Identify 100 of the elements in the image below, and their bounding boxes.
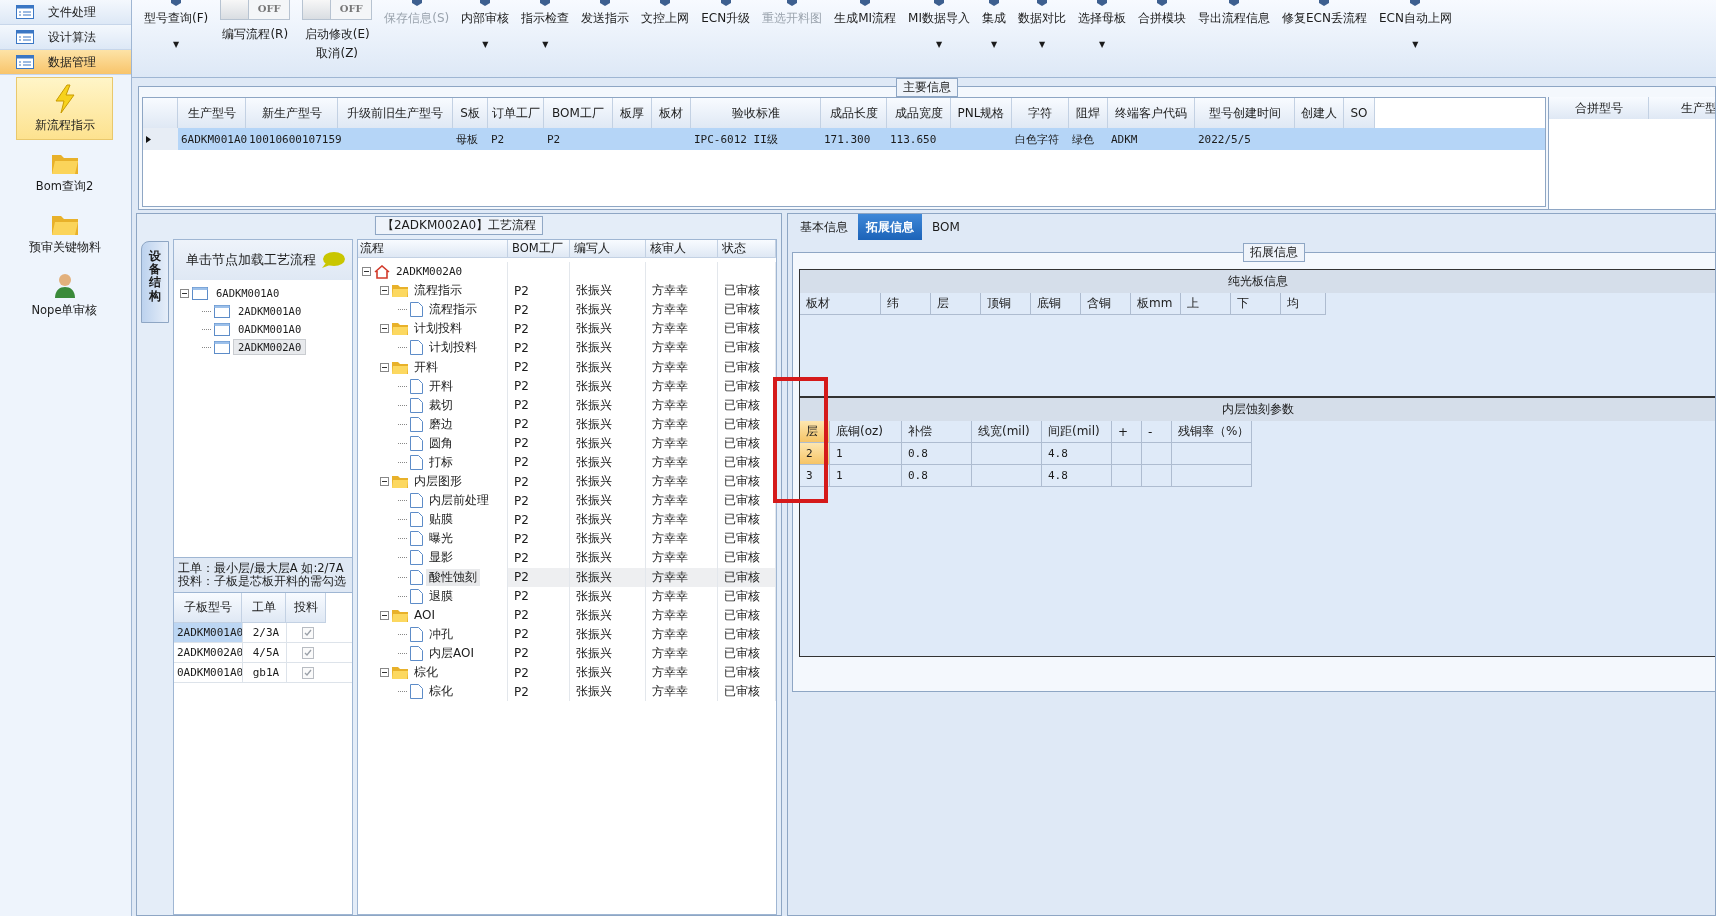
table-cell: P2 — [514, 321, 529, 336]
tree-node[interactable]: 棕化 — [411, 664, 441, 681]
tree-node[interactable]: 开料 — [411, 358, 441, 376]
tab[interactable]: BOM — [924, 214, 968, 240]
toolbar-button[interactable]: 修复ECN丢流程 — [1282, 0, 1367, 77]
toolbar-icon — [987, 0, 1001, 6]
collapse-icon[interactable] — [362, 267, 371, 277]
tree-node[interactable]: 显影 — [426, 549, 456, 567]
toolbar-button[interactable]: 文控上网 — [641, 0, 690, 77]
table-cell: 张振兴 — [576, 358, 612, 376]
table-cell: 已审核 — [724, 568, 760, 586]
toolbar-button[interactable]: 发送指示 — [581, 0, 630, 77]
collapse-icon[interactable] — [380, 362, 389, 372]
collapse-icon[interactable] — [380, 477, 389, 487]
table-cell: P2 — [514, 512, 529, 527]
toolbar-button[interactable]: ECN升级 — [701, 0, 751, 77]
tree-node[interactable]: 2ADKM002A0 — [393, 265, 466, 279]
menu-item[interactable]: 设计算法 — [0, 25, 131, 50]
collapse-icon[interactable] — [380, 324, 389, 334]
tab[interactable]: 基本信息 — [792, 214, 856, 240]
collapse-icon[interactable] — [180, 288, 189, 298]
tree-node[interactable]: 流程指示 — [426, 301, 480, 319]
document-icon — [410, 626, 423, 642]
menu-item[interactable]: 数据管理 — [0, 50, 131, 75]
toolbar-button[interactable]: 集成 ▼ — [982, 0, 1006, 77]
tree-node[interactable]: 贴膜 — [426, 511, 456, 529]
tree-node[interactable]: 内层前处理 — [426, 492, 492, 510]
tree-node[interactable]: 磨边 — [426, 415, 456, 433]
toolbar-button[interactable]: 导出流程信息 — [1198, 0, 1270, 77]
toolbar-button[interactable]: 内部审核 ▼ — [461, 0, 510, 77]
table-cell: P2 — [514, 646, 529, 661]
checkbox[interactable] — [302, 626, 314, 639]
column-header: 子板型号 — [174, 593, 242, 623]
tool-button[interactable]: Nope单审核 — [16, 266, 113, 325]
tree-node[interactable]: 酸性蚀刻 — [426, 568, 480, 586]
tree-node[interactable]: 棕化 — [426, 683, 456, 701]
column-header: 板材 — [652, 98, 691, 128]
table-cell: 张振兴 — [576, 492, 612, 510]
toolbar-button[interactable]: 取消(Z) — [316, 45, 359, 62]
toolbar-button[interactable]: 合拼模块 — [1138, 0, 1186, 77]
tree-node[interactable]: 开料 — [426, 377, 456, 395]
toolbar-button[interactable]: MI数据导入 ▼ — [908, 0, 970, 77]
menu-item[interactable]: 文件处理 — [0, 0, 131, 25]
table-cell: 张振兴 — [576, 454, 612, 471]
side-tab[interactable]: 设备结构 — [141, 241, 169, 323]
table-cell: 方幸幸 — [652, 644, 688, 662]
collapse-icon[interactable] — [380, 610, 389, 620]
table-cell: 已审核 — [724, 664, 760, 681]
tree-node[interactable]: 打标 — [426, 454, 456, 471]
table-cell: 张振兴 — [576, 587, 612, 605]
toolbar-button[interactable]: 指示检查 ▼ — [521, 0, 570, 77]
table-cell: P2 — [514, 379, 529, 394]
tree-node[interactable]: 退膜 — [426, 587, 456, 605]
column-header: 下 — [1231, 293, 1281, 315]
collapse-icon[interactable] — [380, 286, 389, 296]
collapse-icon[interactable] — [380, 668, 389, 677]
toolbar-button[interactable]: 生成MI流程 — [834, 0, 897, 77]
tree-node[interactable]: 曝光 — [426, 530, 456, 548]
tree-node[interactable]: 计划投料 — [426, 339, 480, 357]
tree-node[interactable]: 冲孔 — [426, 625, 456, 643]
toggle-switch[interactable]: OFF — [302, 0, 373, 20]
checkbox[interactable] — [302, 646, 314, 659]
toolbar-button[interactable]: ECN自动上网 ▼ — [1378, 0, 1452, 77]
tree-node[interactable]: AOI — [411, 608, 438, 623]
tree-node[interactable]: 2ADKM001A0 — [233, 303, 307, 319]
tree-node[interactable]: 内层图形 — [411, 473, 465, 491]
column-header: 间距(mil) — [1042, 421, 1112, 443]
tree-node[interactable]: 裁切 — [426, 396, 456, 414]
tree-node[interactable]: 内层AOI — [426, 644, 477, 662]
tree-node[interactable]: 2ADKM002A0 — [233, 339, 307, 355]
toolbar-icon — [409, 0, 424, 6]
tree-node[interactable]: 流程指示 — [411, 282, 465, 300]
tree-node[interactable]: 计划投料 — [411, 320, 465, 338]
tool-button[interactable]: 预审关键物料 — [16, 205, 113, 262]
toolbar-icon — [858, 0, 873, 6]
column-header: 状态 — [718, 240, 776, 257]
tab[interactable]: 拓展信息 — [858, 214, 922, 240]
toolbar-button[interactable]: 选择母板 ▼ — [1078, 0, 1126, 77]
toolbar-button[interactable]: 数据对比 ▼ — [1018, 0, 1066, 77]
toggle-switch[interactable]: OFF — [220, 0, 291, 20]
toolbar-icon — [785, 0, 800, 6]
tree-node[interactable]: 6ADKM001A0 — [211, 285, 285, 301]
toolbar-icon — [1408, 0, 1423, 6]
tool-button[interactable]: 新流程指示 — [16, 77, 113, 140]
table-cell[interactable]: 2ADKM001A0 — [174, 623, 242, 642]
table-cell: gb1A — [252, 666, 280, 679]
tool-button[interactable]: Bom查询2 — [16, 144, 113, 201]
tree-node[interactable]: 0ADKM001A0 — [233, 321, 307, 337]
table-row[interactable]: 6ADKM001A0 10010600107159 母板 P2 P2 IPC-6012 II级 171.300 113.650 白色字符 绿色 ADKM 2022/5/5 — [143, 128, 1545, 150]
table-cell: P2 — [514, 665, 529, 680]
table-cell: 已审核 — [724, 301, 760, 319]
column-header: 合拼型号 — [1549, 97, 1649, 119]
table-cell — [972, 465, 1042, 487]
toolbar-button[interactable]: 型号查询(F) ▼ — [144, 0, 209, 77]
column-header: 验收标准 — [691, 98, 821, 128]
checkbox[interactable] — [302, 666, 314, 679]
tree-node[interactable]: 圆角 — [426, 434, 456, 452]
table-cell: P2 — [514, 684, 529, 699]
caret-icon: ▼ — [173, 41, 180, 49]
window-icon — [214, 322, 230, 336]
